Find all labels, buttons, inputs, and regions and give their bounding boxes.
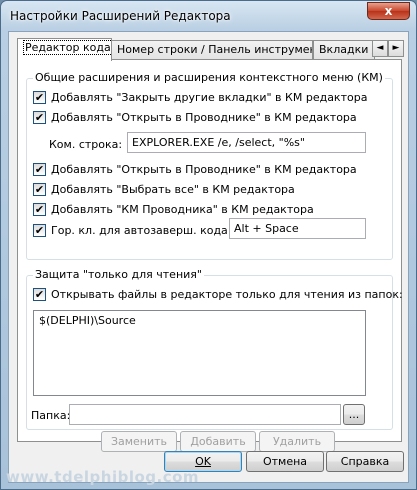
dialog-window: Настройки Расширений Редактора x Редакто…	[0, 0, 417, 490]
tab-scroll-right-button[interactable]: ►	[388, 40, 404, 57]
group-readonly-protection: Защита "только для чтения" ✔ Открывать ф…	[26, 268, 403, 430]
cmdline-label: Ком. строка:	[49, 138, 123, 151]
hotkey-input[interactable]: Alt + Space	[229, 218, 366, 239]
browse-button[interactable]: ...	[343, 404, 365, 425]
check-icon: ✔	[33, 203, 46, 216]
tab-scroll-left-button[interactable]: ◄	[372, 40, 388, 57]
group-general-title: Общие расширения и расширения контекстно…	[33, 71, 385, 84]
watermark-text: www.tdelphiblog.com	[6, 468, 200, 486]
folders-listbox[interactable]: $(DELPHI)\Source	[33, 310, 366, 396]
help-button[interactable]: Справка	[326, 451, 404, 472]
check-icon: ✔	[33, 111, 46, 124]
check-icon: ✔	[33, 163, 46, 176]
delete-button[interactable]: Удалить	[259, 431, 335, 452]
tab-code-editor[interactable]: Редактор кода	[17, 38, 112, 61]
close-icon: x	[384, 4, 393, 18]
tab-tabs[interactable]: Вкладки /	[313, 40, 375, 60]
group-readonly-title: Защита "только для чтения"	[33, 268, 204, 281]
window-title: Настройки Расширений Редактора	[10, 9, 231, 23]
cancel-button[interactable]: Отмена	[246, 451, 324, 472]
folder-label: Папка:	[31, 409, 71, 422]
check-icon: ✔	[33, 288, 46, 301]
replace-button[interactable]: Заменить	[101, 431, 177, 452]
tab-line-numbers-toolbar[interactable]: Номер строки / Панель инструментов	[111, 40, 313, 60]
checkbox-label: Добавлять "Закрыть другие вкладки" в КМ …	[51, 91, 368, 104]
checkbox-label: Добавлять "Открыть в Проводнике" в КМ ре…	[51, 111, 357, 124]
list-item[interactable]: $(DELPHI)\Source	[39, 314, 360, 327]
tab-page-code-editor: Общие расширения и расширения контекстно…	[17, 59, 403, 452]
check-icon: ✔	[33, 91, 46, 104]
arrow-left-icon: ◄	[376, 43, 384, 53]
cmdline-input[interactable]: EXPLORER.EXE /e, /select, "%s"	[127, 132, 366, 153]
check-icon: ✔	[33, 224, 46, 237]
tab-strip: Редактор кода Номер строки / Панель инст…	[17, 38, 404, 61]
checkbox-label: Добавлять "Открыть в Проводнике" в КМ ре…	[51, 163, 357, 176]
checkbox-label: Открывать файлы в редакторе только для ч…	[51, 288, 403, 301]
folder-input[interactable]	[69, 404, 341, 425]
dialog-client: Редактор кода Номер строки / Панель инст…	[8, 31, 409, 483]
group-general-extensions: Общие расширения и расширения контекстно…	[26, 71, 393, 260]
close-button[interactable]: x	[367, 2, 410, 20]
check-icon: ✔	[33, 183, 46, 196]
checkbox-label: Добавлять "КМ Проводника" в КМ редактора	[51, 203, 314, 216]
title-bar[interactable]: Настройки Расширений Редактора x	[1, 1, 416, 31]
add-button[interactable]: Добавить	[180, 431, 256, 452]
checkbox-label: Добавлять "Выбрать все" в КМ редактора	[51, 183, 295, 196]
checkbox-label: Гор. кл. для автозаверш. кода:	[51, 224, 232, 237]
arrow-right-icon: ►	[392, 43, 400, 53]
